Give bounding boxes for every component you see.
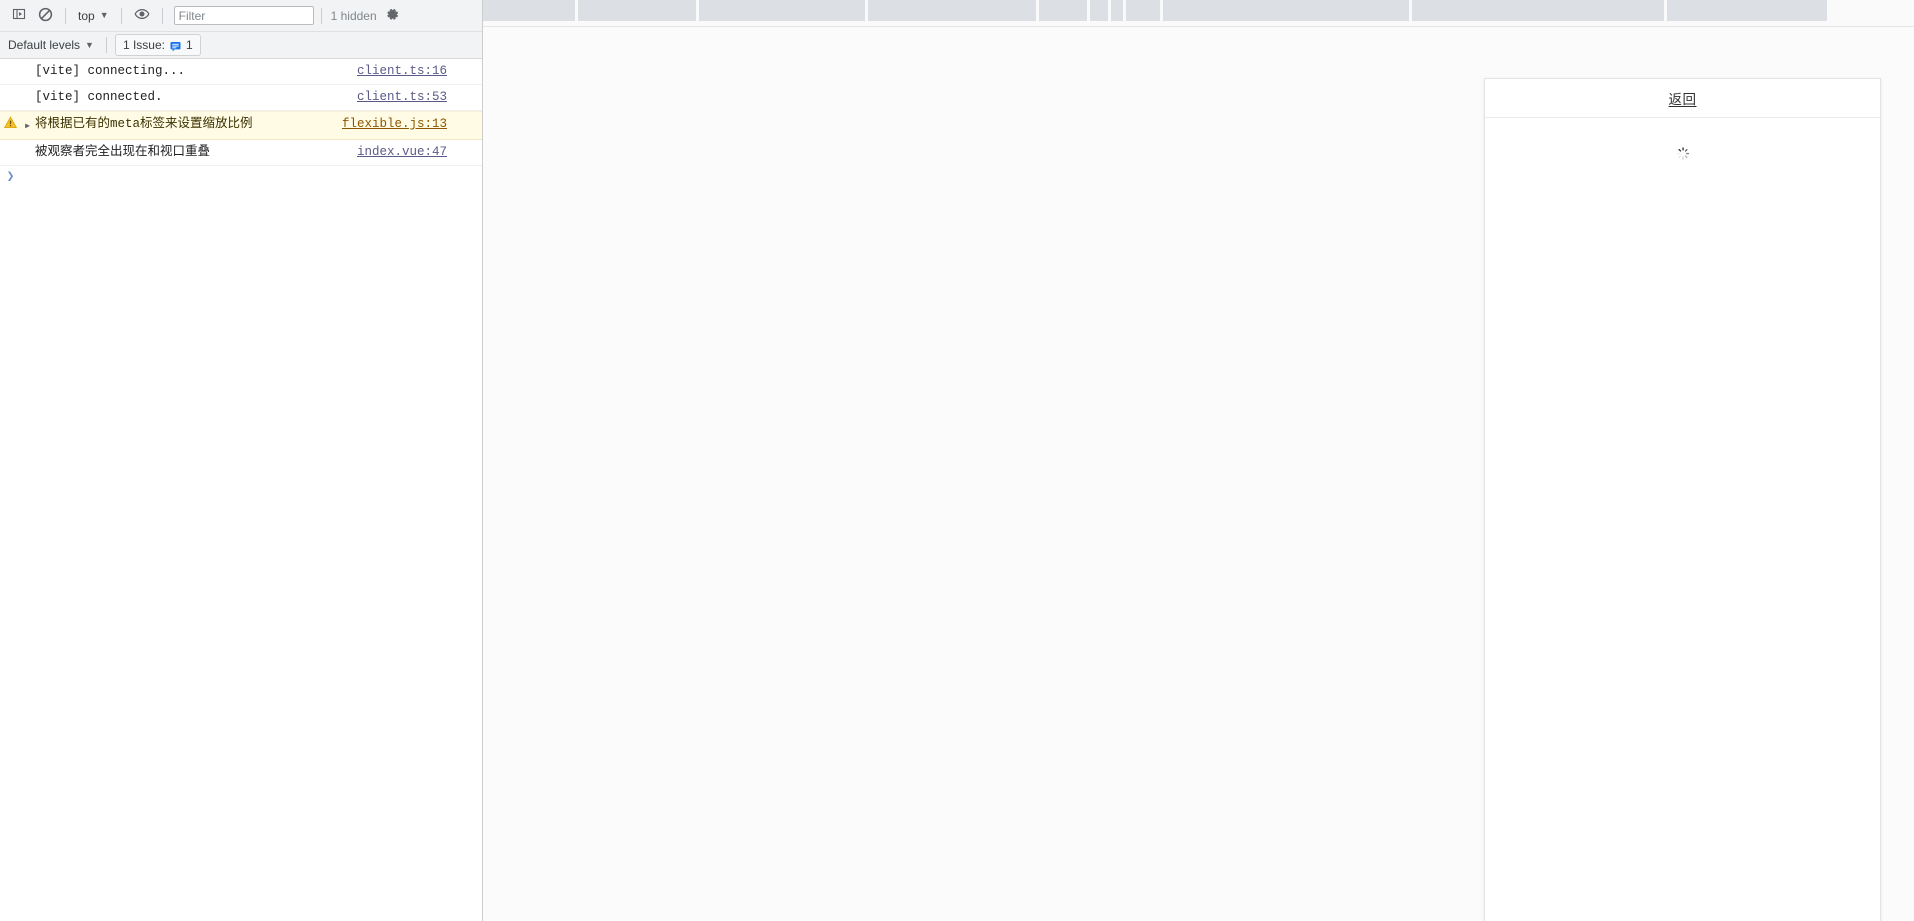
console-warning-row[interactable]: ▶ 将根据已有的meta标签来设置缩放比例 flexible.js:13 (0, 111, 482, 140)
message-expand-toggle[interactable]: ▶ (21, 115, 34, 136)
placeholder-segment (578, 0, 696, 21)
placeholder-segment (1412, 0, 1664, 21)
console-sidebar-toggle-button[interactable] (6, 4, 32, 28)
issues-label: 1 Issue: (122, 38, 165, 52)
prompt-chevron-icon: ❯ (6, 169, 15, 184)
filter-input[interactable] (173, 6, 314, 25)
placeholder-segment (868, 0, 1036, 21)
page-canvas: 返回 (483, 27, 1914, 921)
message-level-gutter (0, 62, 21, 63)
console-message-text: [vite] connecting... (35, 64, 186, 78)
warning-triangle-icon (3, 116, 18, 136)
placeholder-segment (1667, 0, 1827, 21)
console-message-text: 被观察者完全出现在和视口重叠 (35, 145, 211, 159)
log-levels-selector[interactable]: Default levels ▼ (4, 35, 98, 56)
execution-context-label: top (78, 8, 95, 23)
issues-count: 1 (186, 38, 193, 52)
console-message-row[interactable]: 被观察者完全出现在和视口重叠 index.vue:47 (0, 140, 482, 166)
message-expand-toggle (21, 62, 34, 64)
gear-icon (385, 7, 400, 25)
placeholder-segment (483, 0, 575, 21)
console-prompt-input[interactable] (21, 169, 482, 185)
inspected-page-area: 返回 (483, 0, 1914, 921)
message-level-gutter (0, 88, 21, 89)
console-message-source-link[interactable]: index.vue:47 (357, 143, 482, 162)
console-message-row[interactable]: [vite] connected. client.ts:53 (0, 85, 482, 111)
message-expand-toggle (21, 88, 34, 90)
hidden-messages-count: 1 hidden (330, 8, 377, 23)
placeholder-segment (1126, 0, 1160, 21)
console-message-list[interactable]: [vite] connecting... client.ts:16 [vite]… (0, 59, 482, 921)
mobile-page-body (1485, 118, 1880, 921)
toolbar-divider (120, 7, 122, 24)
message-level-gutter (0, 115, 21, 136)
clear-console-icon (38, 7, 53, 25)
toolbar-divider (161, 7, 163, 24)
chevron-down-icon: ▼ (85, 39, 94, 50)
loading-spinner-icon (1676, 147, 1689, 160)
placeholder-segment (1039, 0, 1087, 21)
console-filter-subbar: Default levels ▼ 1 Issue: 1 (0, 32, 482, 59)
show-console-sidebar-icon (12, 7, 26, 24)
placeholder-segment (1163, 0, 1409, 21)
placeholder-segment (1090, 0, 1108, 21)
console-prompt-row[interactable]: ❯ (0, 166, 482, 190)
console-message-source-link[interactable]: client.ts:53 (357, 88, 482, 107)
mobile-viewport: 返回 (1484, 78, 1881, 921)
execution-context-selector[interactable]: top ▼ (73, 5, 114, 27)
toolbar-divider (65, 7, 66, 24)
console-toolbar: top ▼ 1 hidden (0, 0, 482, 32)
console-message-source-link[interactable]: flexible.js:13 (342, 115, 482, 134)
console-message-row[interactable]: [vite] connecting... client.ts:16 (0, 59, 482, 85)
devtools-window: top ▼ 1 hidden (0, 0, 1914, 921)
mobile-page-header: 返回 (1485, 79, 1880, 118)
eye-icon (134, 6, 150, 25)
console-message-text: 将根据已有的meta标签来设置缩放比例 (35, 117, 253, 131)
placeholder-segment (699, 0, 865, 21)
create-live-expression-button[interactable] (129, 4, 155, 28)
message-expand-toggle (21, 143, 34, 145)
subbar-divider (105, 37, 107, 53)
console-message-text: [vite] connected. (35, 90, 163, 104)
console-message-source-link[interactable]: client.ts:16 (357, 62, 482, 81)
issues-badge[interactable]: 1 Issue: 1 (114, 34, 201, 56)
back-link[interactable]: 返回 (1669, 88, 1697, 108)
issue-speech-bubble-icon (170, 41, 181, 52)
message-level-gutter (0, 143, 21, 144)
toolbar-divider (320, 7, 322, 24)
chevron-down-icon: ▼ (99, 10, 109, 20)
console-panel: top ▼ 1 hidden (0, 0, 483, 921)
placeholder-segment (1111, 0, 1123, 21)
console-settings-button[interactable] (381, 4, 405, 28)
log-levels-label: Default levels (8, 38, 81, 52)
page-top-placeholder-strip (483, 0, 1914, 27)
clear-console-button[interactable] (32, 4, 58, 28)
